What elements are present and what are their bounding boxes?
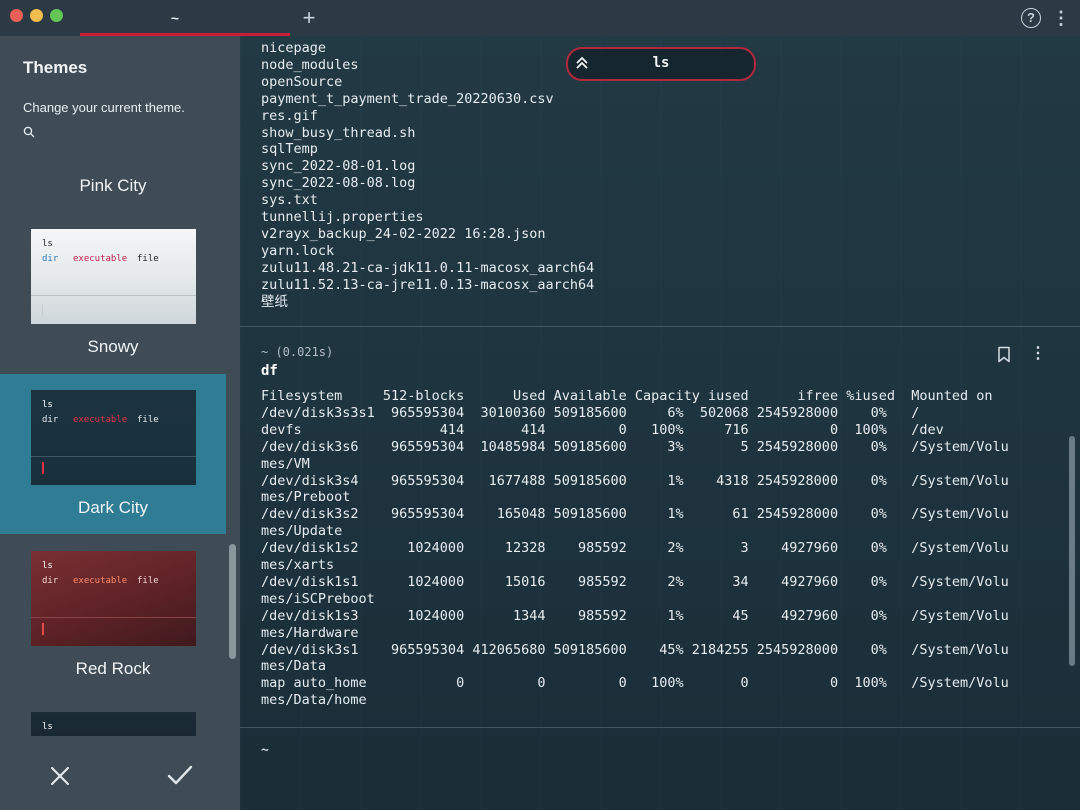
more-vertical-icon[interactable]: ⋮	[1052, 7, 1070, 29]
check-icon[interactable]	[165, 762, 195, 788]
output-line: payment_t_payment_trade_20220630.csv	[261, 90, 554, 107]
output-line: mes/xarts	[261, 557, 335, 573]
output-line: yarn.lock	[261, 242, 335, 259]
output-line: map auto_home 0 0 0 100% 0 0 100% /Syste…	[261, 675, 1009, 692]
sticky-command-text: ls	[652, 55, 670, 71]
output-line: zulu11.52.13-ca-jre11.0.13-macosx_aarch6…	[261, 276, 595, 293]
output-line: /dev/disk3s2 965595304 165048 509185600 …	[261, 506, 1009, 523]
terminal-pane[interactable]: nicepage node_modules openSource payment_t_…	[240, 36, 1080, 810]
themes-panel: Themes Change your current theme. Pink C…	[0, 36, 240, 810]
output-line: mes/iSCPreboot	[261, 590, 375, 607]
preview-exe: executable	[73, 576, 128, 586]
output-line: zulu11.48.21-ca-jdk11.0.11-macosx_aarch6…	[261, 259, 595, 276]
output-line: nicepage	[261, 40, 327, 56]
close-window-button[interactable]	[10, 9, 23, 22]
theme-red-rock-preview[interactable]: ls dir executable file	[31, 551, 196, 646]
preview-exe: executable	[73, 415, 128, 425]
theme-snowy-preview[interactable]: ls dir executable file	[31, 229, 196, 324]
title-bar: ~ + ? ⋮	[0, 0, 1080, 36]
block-meta: ~ (0.021s)	[261, 345, 334, 359]
preview-dir: dir	[42, 415, 59, 425]
output-line: /dev/disk1s3 1024000 1344 985592 1% 45 4…	[261, 607, 1009, 624]
more-vertical-icon[interactable]: ⋮	[1030, 345, 1046, 363]
output-line: mes/Preboot	[261, 489, 351, 506]
preview-cursor	[42, 623, 44, 635]
theme-snowy-label[interactable]: Snowy	[0, 337, 226, 357]
output-line: sync_2022-08-08.log	[261, 175, 416, 192]
help-circle-icon[interactable]: ?	[1021, 8, 1041, 28]
output-line: /dev/disk1s1 1024000 15016 985592 2% 34 …	[261, 573, 1009, 590]
minimize-window-button[interactable]	[30, 9, 43, 22]
preview-file: file	[137, 576, 159, 586]
preview-ls: ls	[42, 239, 53, 249]
sticky-command-header[interactable]: ls	[566, 47, 756, 81]
themes-scrollbar[interactable]	[229, 544, 236, 659]
preview-ls: ls	[42, 722, 53, 732]
tab-label: ~	[170, 10, 180, 26]
block-divider	[240, 727, 1080, 728]
output-line: Filesystem 512-blocks Used Available Cap…	[261, 388, 993, 404]
input-prompt[interactable]: ~	[261, 743, 269, 758]
preview-separator	[31, 295, 196, 296]
output-line: sys.txt	[261, 192, 318, 209]
output-line: show_busy_thread.sh	[261, 124, 416, 141]
search-icon[interactable]	[23, 126, 35, 138]
panel-subtitle: Change your current theme.	[23, 100, 185, 115]
block-command: df	[261, 363, 278, 379]
output-line: v2rayx_backup_24-02-2022 16:28.json	[261, 225, 546, 242]
preview-dir: dir	[42, 254, 59, 264]
output-line: sync_2022-08-01.log	[261, 158, 416, 175]
output-line: mes/Data/home	[261, 692, 367, 709]
panel-title: Themes	[23, 58, 88, 77]
preview-file: file	[137, 415, 159, 425]
terminal-scrollbar[interactable]	[1069, 436, 1075, 666]
output-line: mes/VM	[261, 455, 310, 472]
output-line: mes/Data	[261, 658, 327, 675]
preview-dir: dir	[42, 576, 59, 586]
preview-ls: ls	[42, 561, 53, 571]
output-line: node_modules	[261, 56, 359, 73]
theme-dark-city-preview[interactable]: ls dir executable file	[31, 390, 196, 485]
preview-separator	[31, 617, 196, 618]
panel-actions	[0, 736, 240, 810]
bookmark-icon[interactable]	[997, 346, 1011, 363]
output-line: /dev/disk1s2 1024000 12328 985592 2% 3 4…	[261, 540, 1009, 557]
output-line: openSource	[261, 73, 343, 90]
theme-dark-city-label[interactable]: Dark City	[0, 498, 226, 518]
zoom-window-button[interactable]	[50, 9, 63, 22]
preview-cursor	[42, 304, 43, 316]
new-tab-button[interactable]: +	[298, 5, 320, 31]
output-line: mes/Hardware	[261, 624, 359, 641]
tab-home[interactable]: ~	[80, 0, 270, 36]
output-line: tunnellij.properties	[261, 209, 424, 225]
output-line: /dev/disk3s3s1 965595304 30100360 509185…	[261, 404, 920, 421]
preview-file: file	[137, 254, 159, 264]
output-line: /dev/disk3s6 965595304 10485984 50918560…	[261, 438, 1009, 455]
theme-red-rock-label[interactable]: Red Rock	[0, 659, 226, 679]
theme-pink-city-label[interactable]: Pink City	[0, 176, 226, 196]
preview-cursor	[42, 462, 44, 474]
output-line: /dev/disk3s1 965595304 412065680 5091856…	[261, 641, 1009, 658]
output-line: res.gif	[261, 107, 318, 124]
output-line: sqlTemp	[261, 141, 318, 158]
preview-separator	[31, 456, 196, 457]
output-line: /dev/disk3s4 965595304 1677488 509185600…	[261, 472, 1009, 489]
output-line: mes/Update	[261, 523, 343, 540]
output-line: devfs 414 414 0 100% 716 0 100% /dev	[261, 421, 944, 438]
close-icon[interactable]	[47, 763, 73, 789]
preview-ls: ls	[42, 400, 53, 410]
block-divider	[240, 326, 1080, 327]
output-line: 壁纸	[261, 293, 288, 310]
preview-exe: executable	[73, 254, 128, 264]
